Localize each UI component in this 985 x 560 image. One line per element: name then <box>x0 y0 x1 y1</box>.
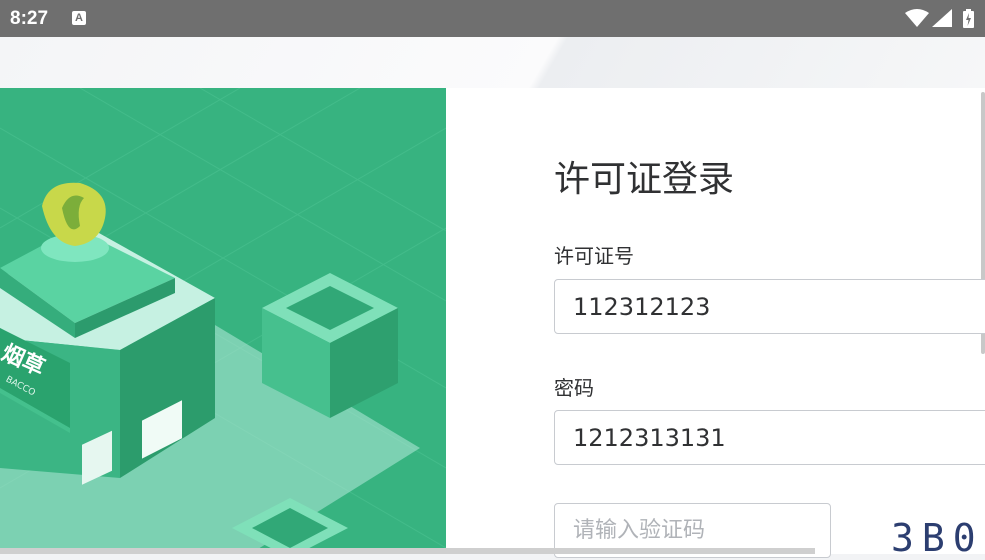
illustration-panel: 烟草 BACCO <box>0 88 446 554</box>
signal-icon <box>932 9 952 31</box>
password-label: 密码 <box>554 376 594 400</box>
status-time: 8:27 <box>10 8 49 29</box>
notification-icon-letter: A <box>75 12 83 24</box>
login-title: 许可证登录 <box>554 159 735 200</box>
notification-icon: A <box>72 11 86 25</box>
header-band <box>0 37 985 88</box>
wifi-icon <box>905 9 929 31</box>
status-bar: 8:27 A <box>0 0 985 37</box>
license-field[interactable] <box>554 279 985 334</box>
license-input[interactable] <box>555 280 985 333</box>
password-field[interactable] <box>554 410 985 465</box>
login-card: 许可证登录 许可证号 密码 3B0 <box>446 88 985 560</box>
password-input[interactable] <box>555 411 985 464</box>
captcha-image[interactable]: 3B0 <box>891 516 984 560</box>
tobacco-store-illustration: 烟草 BACCO <box>0 88 446 554</box>
license-label: 许可证号 <box>554 244 634 268</box>
battery-icon <box>962 8 975 29</box>
bottom-scrollbar <box>0 548 815 554</box>
